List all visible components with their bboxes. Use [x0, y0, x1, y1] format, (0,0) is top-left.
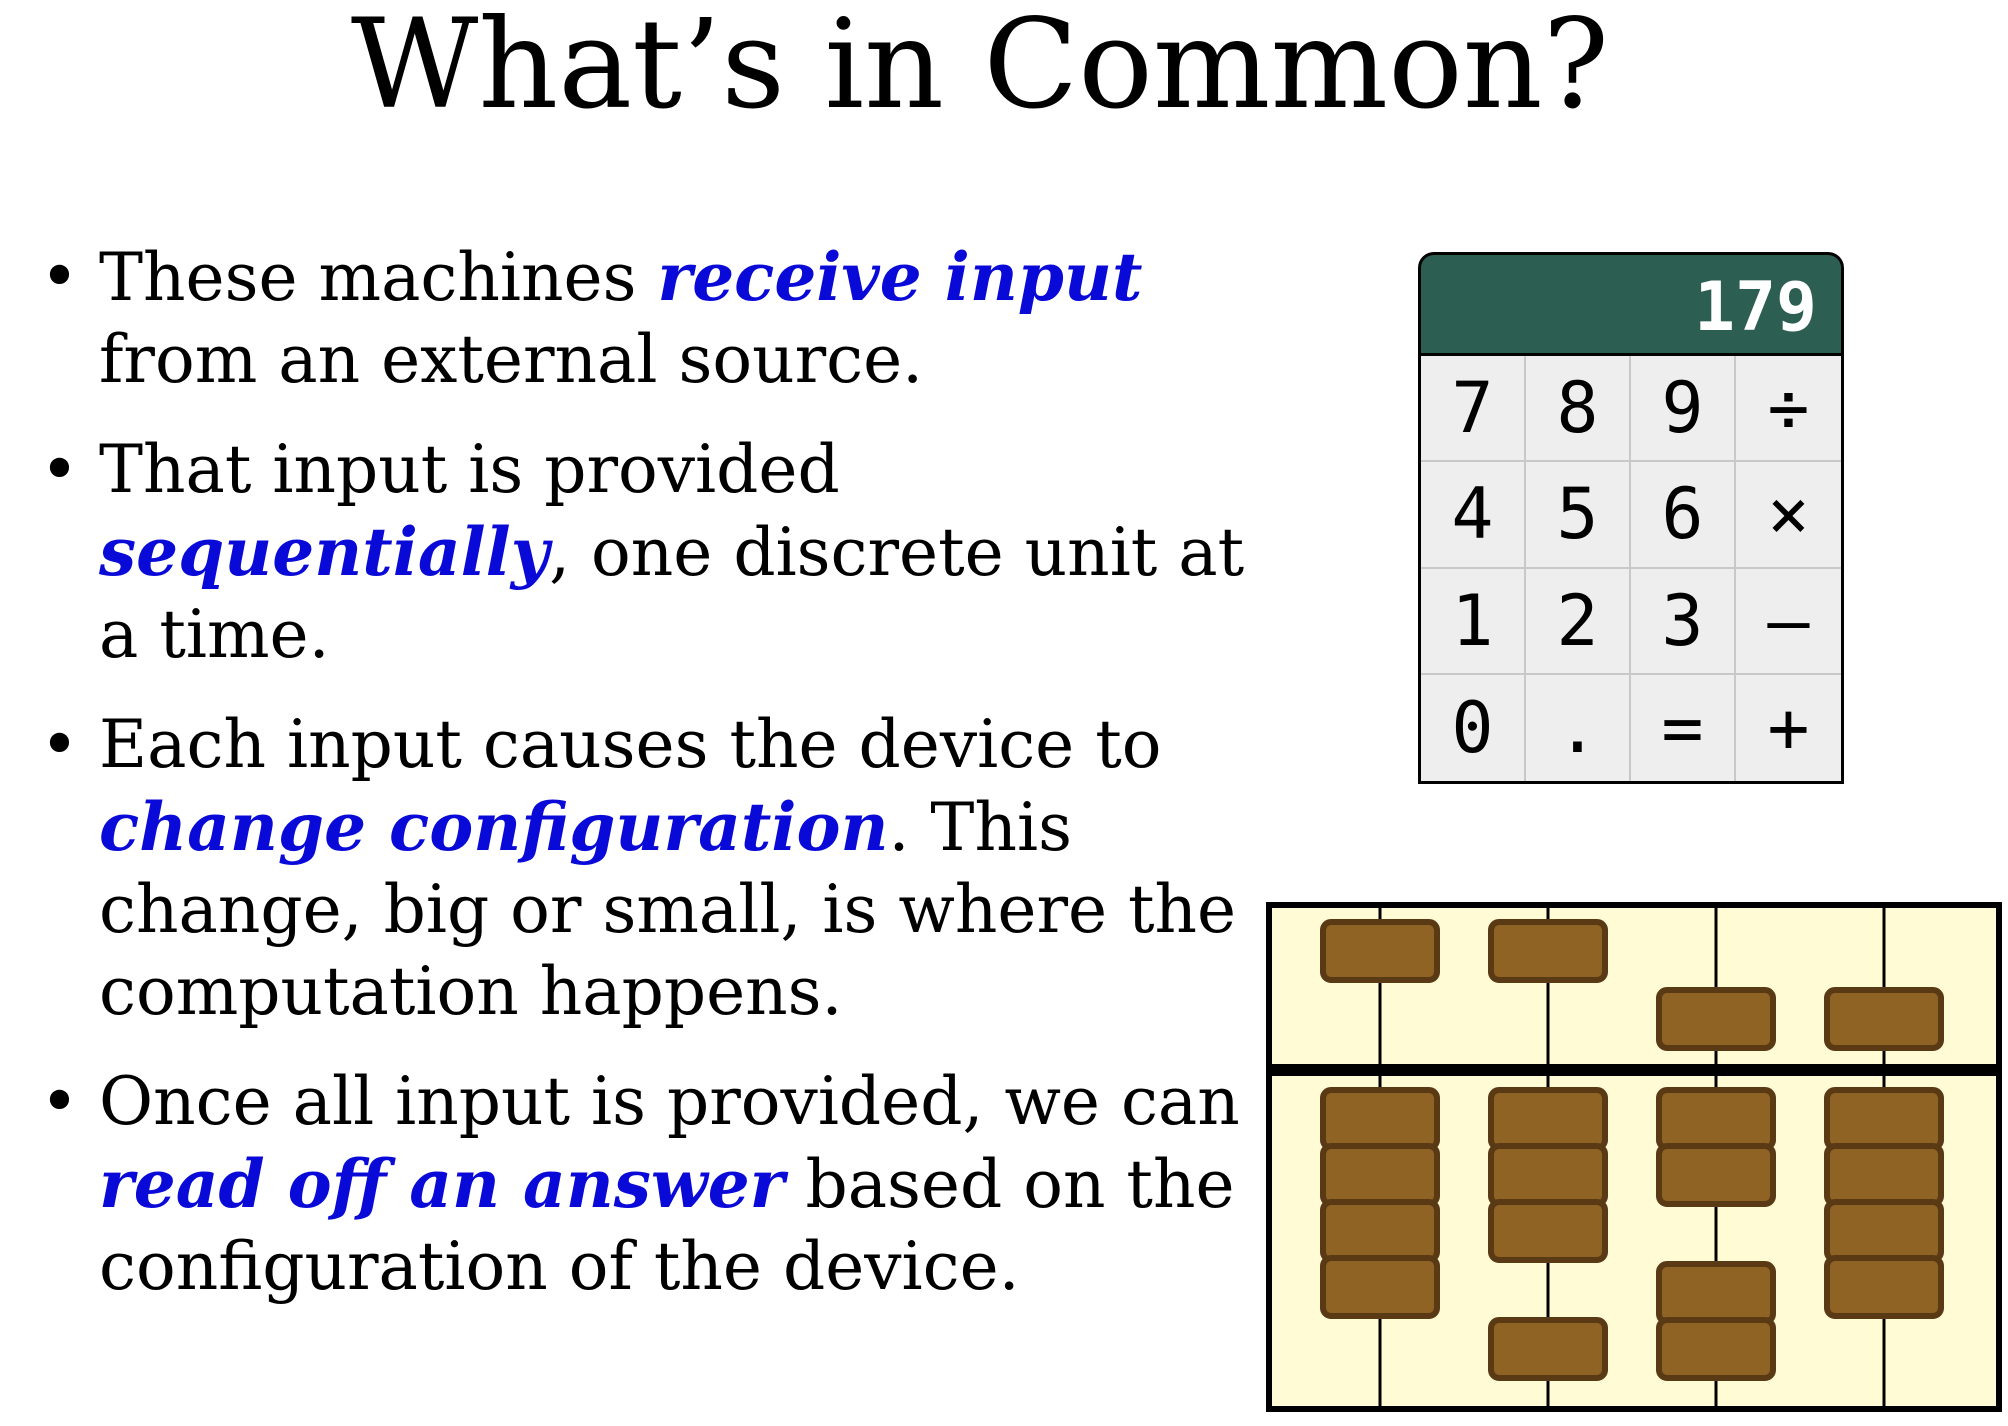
calculator-illustration: 179 7 8 9 ÷ 4 5 6 × 1 2 3 – 0 . = + [1418, 252, 1844, 784]
abacus-lower-bead [1824, 1255, 1944, 1319]
abacus-lower-bead [1320, 1199, 1440, 1263]
calculator-key-decimal: . [1526, 674, 1631, 781]
calculator-key-0: 0 [1421, 674, 1526, 781]
abacus-lower-bead [1824, 1087, 1944, 1151]
bullet-item: • These machines receive input from an e… [40, 236, 1260, 401]
calculator-key-equals: = [1631, 674, 1736, 781]
calculator-key-plus: + [1736, 674, 1841, 781]
bullet-dot-icon: • [40, 238, 79, 315]
bullet-text: That input is provided [99, 431, 840, 508]
abacus-illustration [1266, 902, 2002, 1412]
abacus-lower-bead [1824, 1143, 1944, 1207]
bullet-dot-icon: • [40, 431, 79, 508]
abacus-lower-bead [1320, 1255, 1440, 1319]
calculator-display: 179 [1418, 252, 1844, 356]
calculator-key-4: 4 [1421, 462, 1526, 569]
calculator-key-2: 2 [1526, 568, 1631, 675]
bullet-dot-icon: • [40, 1063, 79, 1140]
bullet-item: • Once all input is provided, we can rea… [40, 1061, 1260, 1308]
bullet-emphasis: sequentially [99, 513, 550, 591]
bullet-text: These machines [99, 239, 658, 316]
bullet-emphasis: receive input [657, 238, 1143, 316]
slide-title: What’s in Common? [350, 0, 1610, 137]
abacus-upper-bead [1656, 987, 1776, 1051]
calculator-key-1: 1 [1421, 568, 1526, 675]
abacus-upper-bead [1824, 987, 1944, 1051]
bullet-text: Once all input is provided, we can [99, 1063, 1240, 1140]
calculator-key-divide: ÷ [1736, 356, 1841, 463]
calculator-key-7: 7 [1421, 356, 1526, 463]
abacus-lower-bead [1320, 1143, 1440, 1207]
abacus-lower-bead [1488, 1317, 1608, 1381]
bullet-item: • Each input causes the device to change… [40, 704, 1260, 1033]
calculator-key-5: 5 [1526, 462, 1631, 569]
slide: What’s in Common? • These machines recei… [0, 0, 2008, 1426]
abacus-svg [1266, 902, 2002, 1412]
calculator-key-3: 3 [1631, 568, 1736, 675]
abacus-upper-bead [1320, 919, 1440, 983]
calculator-key-8: 8 [1526, 356, 1631, 463]
bullet-dot-icon: • [40, 706, 79, 783]
calculator-key-minus: – [1736, 568, 1841, 675]
bullet-text: from an external source. [99, 321, 924, 398]
abacus-lower-bead [1656, 1143, 1776, 1207]
abacus-lower-bead [1488, 1199, 1608, 1263]
bullet-emphasis: read off an answer [99, 1145, 785, 1223]
abacus-lower-bead [1656, 1087, 1776, 1151]
bullet-emphasis: change configuration [99, 788, 889, 866]
bullet-list: • These machines receive input from an e… [40, 236, 1260, 1336]
abacus-lower-bead [1488, 1143, 1608, 1207]
abacus-lower-bead [1320, 1087, 1440, 1151]
abacus-lower-bead [1488, 1087, 1608, 1151]
abacus-upper-bead [1488, 919, 1608, 983]
calculator-key-multiply: × [1736, 462, 1841, 569]
calculator-key-9: 9 [1631, 356, 1736, 463]
calculator-display-value: 179 [1694, 268, 1817, 347]
abacus-lower-bead [1656, 1317, 1776, 1381]
bullet-item: • That input is provided sequentially, o… [40, 429, 1260, 676]
abacus-lower-bead [1656, 1261, 1776, 1325]
calculator-key-6: 6 [1631, 462, 1736, 569]
bullet-text: Each input causes the device to [99, 706, 1162, 783]
calculator-keypad: 7 8 9 ÷ 4 5 6 × 1 2 3 – 0 . = + [1418, 356, 1844, 784]
abacus-lower-bead [1824, 1199, 1944, 1263]
